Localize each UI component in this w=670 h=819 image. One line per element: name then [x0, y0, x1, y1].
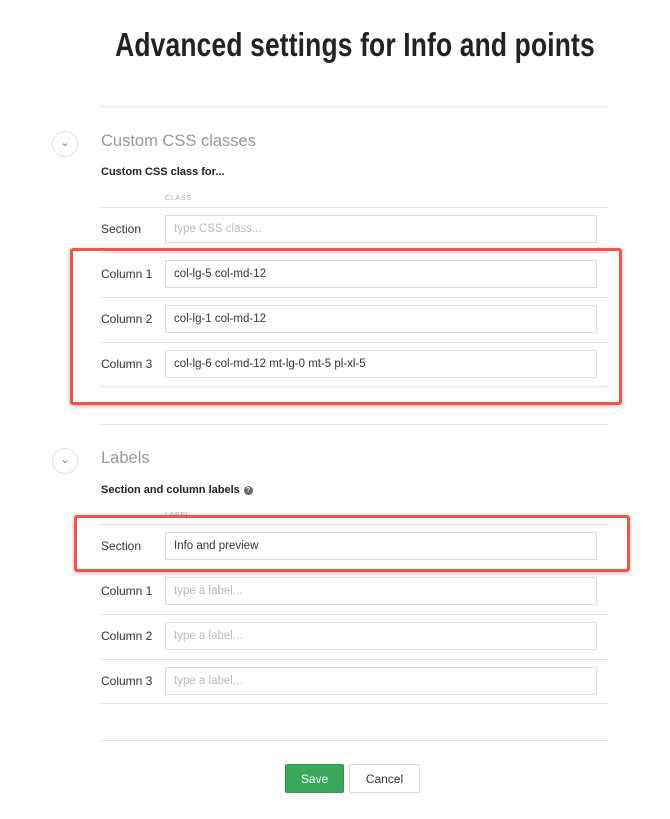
- row-divider: [100, 659, 608, 660]
- section-class-input[interactable]: [165, 215, 597, 243]
- row-divider: [100, 252, 608, 253]
- subtitle-text: Section and column labels: [101, 484, 240, 496]
- save-button[interactable]: Save: [285, 764, 344, 793]
- collapse-toggle-labels[interactable]: ⌄: [52, 448, 78, 474]
- row-divider: [100, 614, 608, 615]
- chevron-down-icon: ⌄: [60, 454, 70, 466]
- divider: [100, 424, 608, 425]
- collapse-toggle-css[interactable]: ⌄: [52, 131, 78, 157]
- row-label: Column 3: [101, 357, 153, 371]
- column-2-class-input[interactable]: [165, 305, 597, 333]
- row-label: Column 1: [101, 584, 153, 598]
- section-label-input[interactable]: [165, 532, 597, 560]
- row-label: Section: [101, 539, 142, 553]
- question-circle-icon[interactable]: ?: [243, 486, 253, 495]
- divider: [100, 106, 608, 107]
- row-divider: [100, 342, 608, 343]
- section-title-css: Custom CSS classes: [101, 132, 256, 150]
- column-header-label: LABEL: [165, 510, 191, 519]
- row-label: Column 2: [101, 629, 153, 643]
- row-divider: [100, 297, 608, 298]
- section-subtitle-labels: Section and column labels?: [101, 484, 253, 496]
- section-title-labels: Labels: [101, 449, 150, 467]
- column-3-label-input[interactable]: [165, 667, 597, 695]
- column-3-class-input[interactable]: [165, 350, 597, 378]
- divider: [100, 740, 608, 741]
- column-2-label-input[interactable]: [165, 622, 597, 650]
- row-divider: [100, 569, 608, 570]
- row-divider: [100, 386, 608, 387]
- column-1-label-input[interactable]: [165, 577, 597, 605]
- row-divider: [100, 703, 608, 704]
- row-label: Column 3: [101, 674, 153, 688]
- row-label: Column 1: [101, 267, 153, 281]
- column-1-class-input[interactable]: [165, 260, 597, 288]
- section-subtitle-css: Custom CSS class for...: [101, 166, 225, 178]
- page-title: Advanced settings for Info and points: [115, 26, 595, 63]
- row-label: Column 2: [101, 312, 153, 326]
- row-divider: [100, 524, 608, 525]
- row-divider: [100, 207, 608, 208]
- row-label: Section: [101, 222, 142, 236]
- cancel-button[interactable]: Cancel: [349, 764, 420, 793]
- chevron-down-icon: ⌄: [60, 137, 70, 149]
- column-header-class: CLASS: [165, 193, 192, 202]
